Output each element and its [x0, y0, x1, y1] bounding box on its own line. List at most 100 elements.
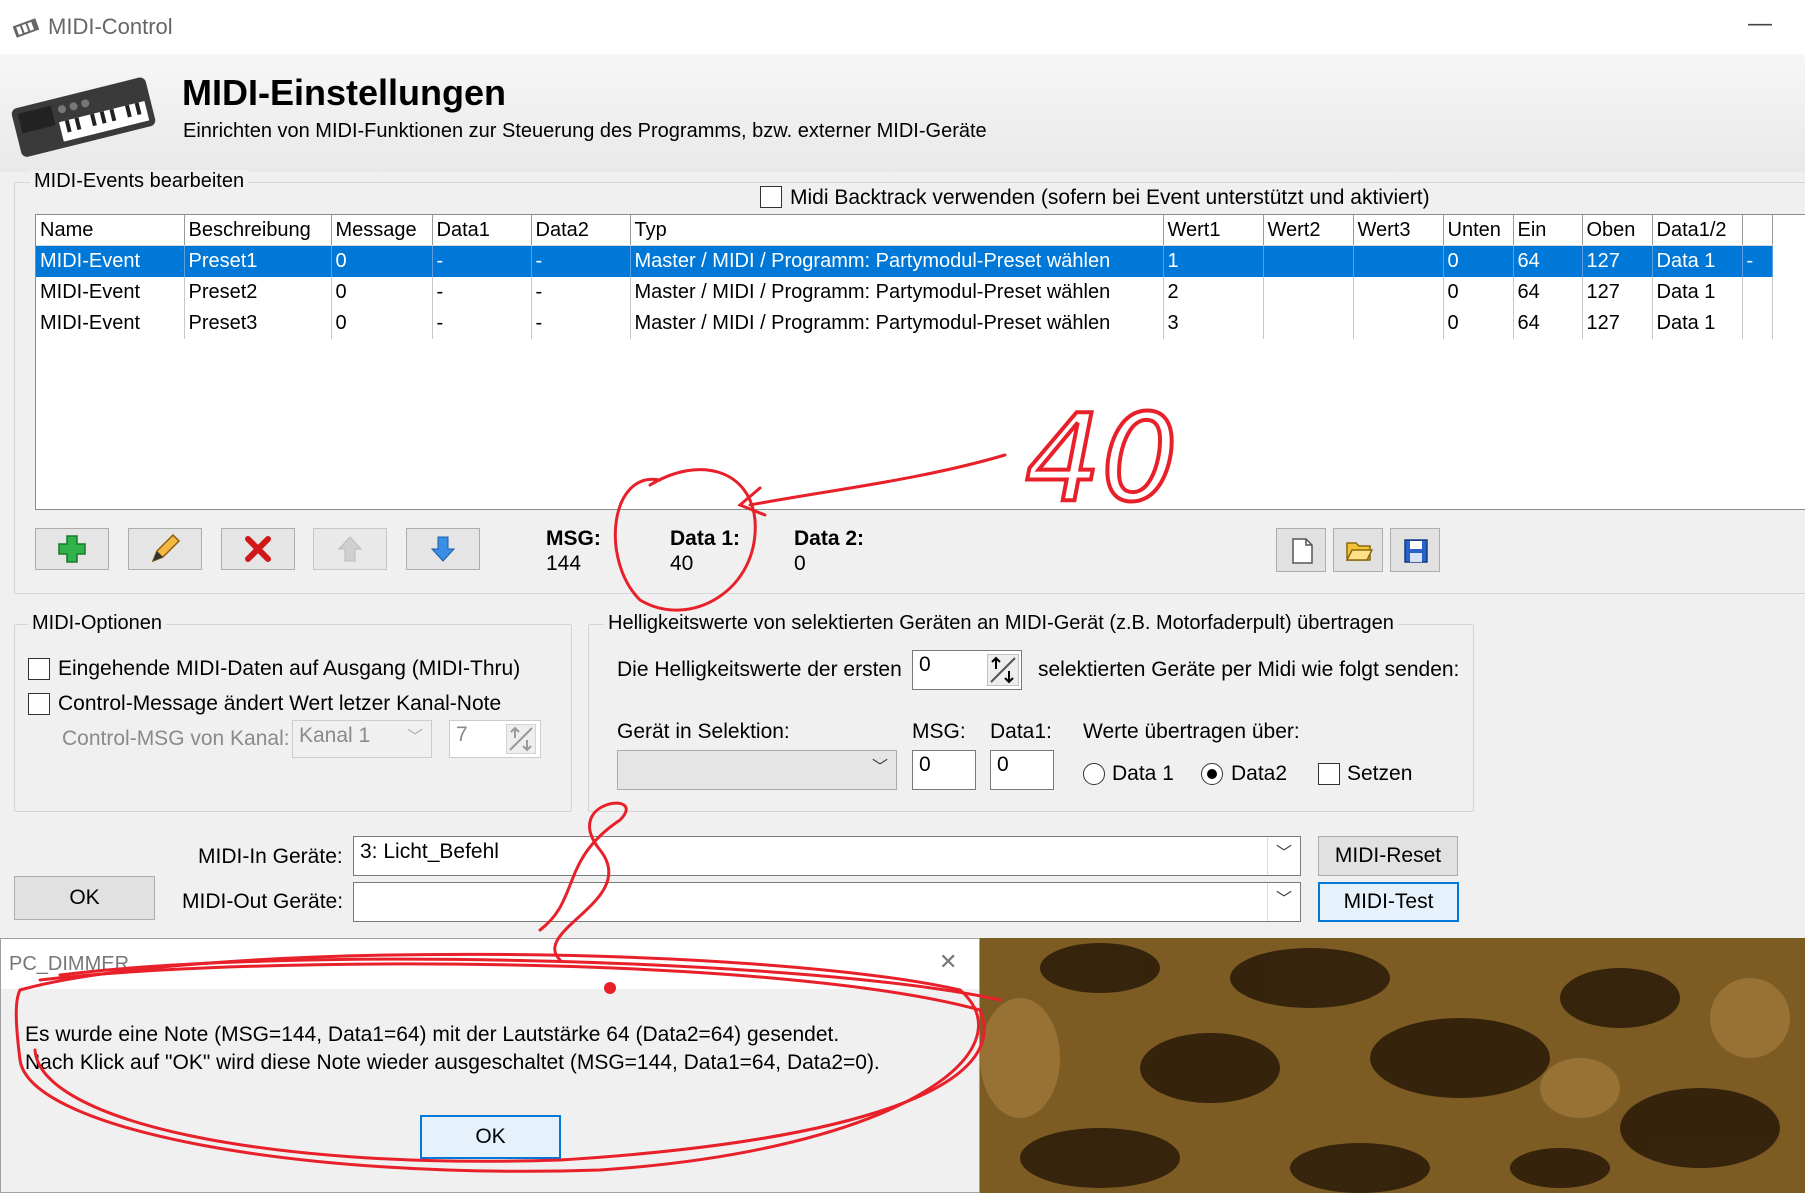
table-cell: 127	[1582, 277, 1653, 308]
midi-options-group	[14, 624, 572, 812]
brightness-data1-input[interactable]: 0	[990, 750, 1054, 790]
edit-button[interactable]	[128, 528, 202, 570]
table-cell: -	[432, 277, 532, 308]
column-header[interactable]: Typ	[630, 215, 1164, 246]
table-cell: 2	[1163, 277, 1264, 308]
table-cell: 0	[1443, 277, 1514, 308]
column-header[interactable]: Message	[331, 215, 433, 246]
table-cell: Data 1	[1652, 245, 1743, 277]
table-cell: -	[1742, 245, 1773, 277]
channel-number-input[interactable]: 7	[449, 720, 541, 758]
table-cell: -	[432, 245, 532, 277]
arrow-up-icon	[337, 536, 363, 562]
device-in-selection-select[interactable]: ﹀	[617, 750, 897, 790]
table-cell	[1353, 245, 1444, 277]
table-cell: Data 1	[1652, 277, 1743, 308]
data2-value: 0	[794, 552, 806, 575]
column-header[interactable]: Wert1	[1163, 215, 1264, 246]
column-header[interactable]	[1742, 215, 1773, 246]
midi-in-select[interactable]: 3: Licht_Befehl ﹀	[353, 836, 1301, 876]
column-header[interactable]: Name	[36, 215, 185, 246]
table-cell: Master / MIDI / Programm: Partymodul-Pre…	[630, 245, 1164, 277]
msg-label: MSG:	[546, 527, 601, 550]
brightness-count-input[interactable]: 0	[912, 650, 1022, 690]
control-message-label: Control-Message ändert Wert letzer Kanal…	[58, 692, 502, 715]
table-cell: 127	[1582, 308, 1653, 339]
table-cell: Preset1	[184, 245, 332, 277]
table-cell	[1263, 245, 1354, 277]
column-header[interactable]: Unten	[1443, 215, 1514, 246]
table-cell: 3	[1163, 308, 1264, 339]
set-checkbox[interactable]	[1318, 763, 1340, 785]
table-cell: -	[432, 308, 532, 339]
spin-arrows-icon	[987, 654, 1019, 686]
minimize-button[interactable]: —	[1748, 10, 1772, 38]
midi-reset-button[interactable]: MIDI-Reset	[1318, 836, 1458, 876]
table-cell: 127	[1582, 245, 1653, 277]
control-message-checkbox[interactable]	[28, 693, 50, 715]
delete-button[interactable]	[221, 528, 295, 570]
table-cell: MIDI-Event	[36, 277, 185, 308]
background-photo	[980, 938, 1805, 1193]
data1-value: 40	[670, 552, 694, 575]
msg-value: 144	[546, 552, 582, 575]
table-cell: MIDI-Event	[36, 245, 185, 277]
add-button[interactable]	[35, 528, 109, 570]
backtrack-checkbox[interactable]	[760, 186, 782, 208]
dialog-close-icon[interactable]: ✕	[939, 949, 957, 975]
new-file-button[interactable]	[1276, 528, 1326, 572]
table-cell: -	[531, 308, 631, 339]
move-up-button[interactable]	[313, 528, 387, 570]
table-row[interactable]: MIDI-Event Preset1 0 - - Master / MIDI / Prog…	[36, 245, 1773, 277]
table-row[interactable]: MIDI-Event Preset2 0- - Master / MIDI / Prog…	[36, 277, 1773, 308]
set-label: Setzen	[1347, 762, 1413, 785]
channel-select[interactable]: Kanal 1 ﹀	[292, 720, 432, 758]
brightness-group-label: Helligkeitswerte von selektierten Geräte…	[604, 612, 1398, 635]
brightness-msg-label: MSG:	[912, 720, 966, 743]
table-cell: -	[531, 277, 631, 308]
midi-events-list[interactable]: Name Beschreibung Message Data1 Data2 Typ Wert…	[35, 214, 1805, 510]
column-header[interactable]: Ein	[1513, 215, 1583, 246]
dialog-ok-button[interactable]: OK	[420, 1115, 561, 1159]
table-cell: 64	[1513, 245, 1583, 277]
move-down-button[interactable]	[406, 528, 480, 570]
window-title: MIDI-Control	[48, 14, 173, 39]
column-header[interactable]: Wert2	[1263, 215, 1354, 246]
folder-open-icon	[1345, 542, 1373, 561]
column-header[interactable]: Data1	[432, 215, 532, 246]
radio-data1[interactable]	[1083, 763, 1105, 785]
midi-out-select[interactable]: ﹀	[353, 882, 1301, 922]
table-cell	[1742, 308, 1773, 339]
open-folder-button[interactable]	[1333, 528, 1383, 572]
table-cell: MIDI-Event	[36, 308, 185, 339]
backtrack-label: Midi Backtrack verwenden (sofern bei Eve…	[790, 186, 1430, 209]
brightness-first-suffix: selektierten Geräte per Midi wie folgt s…	[1038, 658, 1460, 681]
save-button[interactable]	[1390, 528, 1440, 572]
midi-thru-checkbox[interactable]	[28, 658, 50, 680]
table-cell	[1263, 277, 1354, 308]
channel-select-value: Kanal 1	[299, 724, 371, 747]
table-cell: 0	[1443, 245, 1514, 277]
radio-data1-label: Data 1	[1112, 762, 1174, 785]
midi-thru-label: Eingehende MIDI-Daten auf Ausgang (MIDI-…	[58, 657, 521, 680]
brightness-count-value: 0	[919, 653, 931, 676]
midi-test-button[interactable]: MIDI-Test	[1318, 882, 1459, 922]
table-row[interactable]: MIDI-Event Preset3 0- - Master / MIDI / Prog…	[36, 308, 1773, 339]
dialog-title-bar: PC_DIMMER ✕	[1, 939, 979, 989]
midi-options-group-label: MIDI-Optionen	[28, 612, 167, 635]
dialog-title: PC_DIMMER	[9, 953, 130, 975]
table-cell	[1353, 308, 1444, 339]
column-header[interactable]: Data1/2	[1652, 215, 1743, 246]
midi-out-label: MIDI-Out Geräte:	[182, 890, 344, 913]
device-in-selection-label: Gerät in Selektion:	[617, 720, 790, 743]
column-header[interactable]: Wert3	[1353, 215, 1444, 246]
brightness-msg-input[interactable]: 0	[912, 750, 976, 790]
column-header[interactable]: Oben	[1582, 215, 1653, 246]
column-header[interactable]: Beschreibung	[184, 215, 332, 246]
transfer-via-label: Werte übertragen über:	[1083, 720, 1300, 743]
ok-button[interactable]: OK	[14, 876, 155, 920]
radio-data2[interactable]	[1201, 763, 1223, 785]
table-cell: Preset3	[184, 308, 332, 339]
new-file-icon	[1292, 538, 1313, 564]
column-header[interactable]: Data2	[531, 215, 631, 246]
